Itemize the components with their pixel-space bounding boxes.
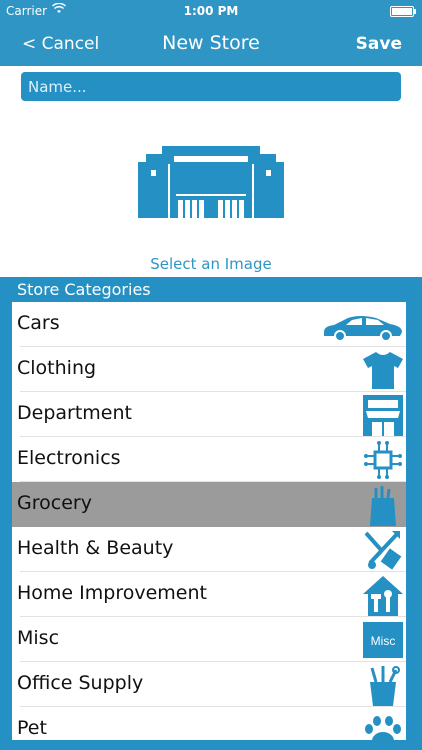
category-label: Health & Beauty	[17, 537, 174, 559]
health-beauty-icon	[362, 529, 404, 571]
category-label: Clothing	[17, 357, 97, 379]
category-row-clothing[interactable]: Clothing	[12, 347, 406, 392]
department-store-icon	[362, 394, 404, 436]
category-label: Office Supply	[17, 672, 144, 694]
category-label: Pet	[17, 717, 47, 739]
tshirt-icon	[362, 349, 404, 391]
misc-badge-icon: Misc	[362, 619, 404, 661]
clock: 1:00 PM	[183, 4, 239, 18]
category-row-grocery[interactable]: Grocery	[12, 482, 406, 527]
select-image-link[interactable]: Select an Image	[0, 255, 422, 273]
circuit-chip-icon	[362, 439, 404, 481]
paw-icon	[362, 709, 404, 740]
category-list[interactable]: Cars Clothing Department Electronics Gro…	[12, 302, 406, 740]
category-row-misc[interactable]: Misc Misc	[12, 617, 406, 662]
car-icon	[320, 304, 404, 346]
category-row-office-supply[interactable]: Office Supply	[12, 662, 406, 707]
category-row-pet[interactable]: Pet	[12, 707, 406, 740]
category-label: Cars	[17, 312, 60, 334]
category-row-department[interactable]: Department	[12, 392, 406, 437]
category-row-home-improvement[interactable]: Home Improvement	[12, 572, 406, 617]
category-row-cars[interactable]: Cars	[12, 302, 406, 347]
grocery-bag-icon	[362, 484, 404, 526]
category-label: Electronics	[17, 447, 121, 469]
category-label: Grocery	[17, 492, 92, 514]
save-button[interactable]: Save	[356, 34, 402, 54]
battery-icon	[390, 6, 416, 17]
category-label: Home Improvement	[17, 582, 207, 604]
category-label: Misc	[17, 627, 60, 649]
svg-text:Misc: Misc	[371, 634, 396, 648]
pencil-cup-icon	[362, 664, 404, 706]
store-name-input[interactable]	[21, 72, 401, 101]
categories-panel: Store Categories Cars Clothing Departmen…	[0, 277, 422, 750]
store-building-icon[interactable]	[138, 146, 284, 218]
home-tools-icon	[362, 574, 404, 616]
categories-header: Store Categories	[17, 280, 151, 299]
navigation-bar: < Cancel New Store Save	[0, 22, 422, 66]
status-bar: Carrier 1:00 PM	[0, 0, 422, 22]
category-row-electronics[interactable]: Electronics	[12, 437, 406, 482]
category-label: Department	[17, 402, 132, 424]
category-row-health-beauty[interactable]: Health & Beauty	[12, 527, 406, 572]
